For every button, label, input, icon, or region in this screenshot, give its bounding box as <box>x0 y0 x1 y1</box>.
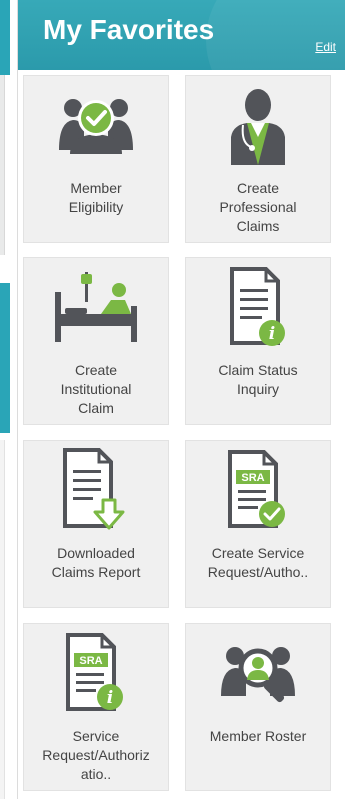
document-download-icon <box>24 447 168 529</box>
edit-link[interactable]: Edit <box>315 40 336 54</box>
background-panel-edge <box>0 440 5 799</box>
tile-label: Create Institutional Claim <box>60 362 132 416</box>
sra-check-icon: SRA <box>186 450 330 528</box>
my-favorites-widget: My Favorites Edit Member Eligibility Cre… <box>17 0 345 799</box>
tile-member-roster[interactable]: Member Roster <box>185 623 331 791</box>
sra-info-icon: SRA i <box>24 633 168 711</box>
hospital-bed-icon <box>24 271 168 342</box>
tile-label: Create Service Request/Autho.. <box>207 545 309 580</box>
people-check-icon <box>24 90 168 160</box>
svg-text:SRA: SRA <box>241 472 264 484</box>
tile-create-service-request[interactable]: SRA Create Service Request/Autho.. <box>185 440 331 608</box>
tile-service-request-authorization[interactable]: SRA i Service Request/Authoriz atio.. <box>23 623 169 791</box>
tile-label: Member Eligibility <box>68 180 124 215</box>
background-panel-edge <box>0 75 5 255</box>
svg-text:i: i <box>269 324 275 344</box>
tile-member-eligibility[interactable]: Member Eligibility <box>23 75 169 243</box>
tile-create-professional-claims[interactable]: Create Professional Claims <box>185 75 331 243</box>
tile-label: Create Professional Claims <box>219 180 297 234</box>
tile-label: Downloaded Claims Report <box>51 545 141 580</box>
tile-label: Member Roster <box>209 728 307 744</box>
document-info-icon: i <box>186 267 330 346</box>
svg-text:SRA: SRA <box>79 655 102 667</box>
background-panel-accent-fragment <box>0 283 10 433</box>
tile-label: Claim Status Inquiry <box>218 362 298 397</box>
tile-create-institutional-claim[interactable]: Create Institutional Claim <box>23 257 169 425</box>
svg-text:i: i <box>106 688 112 708</box>
tile-downloaded-claims-report[interactable]: Downloaded Claims Report <box>23 440 169 608</box>
widget-header: My Favorites Edit <box>18 0 345 70</box>
tile-claim-status-inquiry[interactable]: i Claim Status Inquiry <box>185 257 331 425</box>
people-search-icon <box>186 638 330 708</box>
doctor-icon <box>186 89 330 165</box>
widget-title: My Favorites <box>43 14 215 45</box>
background-panel-header-fragment <box>0 0 10 75</box>
tile-label: Service Request/Authoriz atio.. <box>42 728 150 782</box>
